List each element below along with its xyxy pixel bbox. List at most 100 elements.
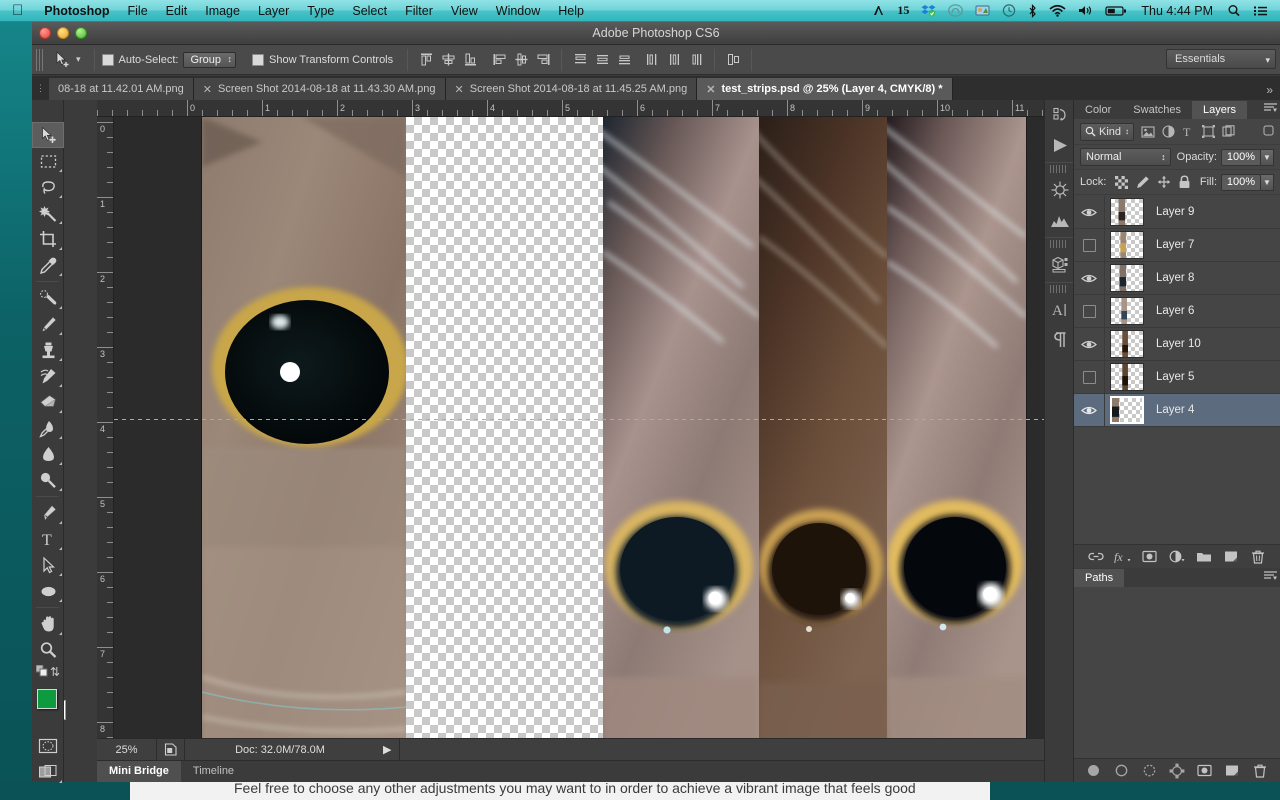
auto-select-target-dropdown[interactable]: Group xyxy=(183,52,236,68)
tab-timeline[interactable]: Timeline xyxy=(181,761,246,782)
status-bar-arrow-icon[interactable]: ▶ xyxy=(375,743,399,756)
paths-list[interactable] xyxy=(1074,587,1280,758)
horizontal-guide[interactable] xyxy=(114,419,1069,420)
lock-image-pixels-icon[interactable] xyxy=(1132,173,1153,191)
adjustments-panel-icon[interactable] xyxy=(1045,175,1075,205)
tab-swatches[interactable]: Swatches xyxy=(1122,101,1192,119)
distribute-horizontal-centers-icon[interactable] xyxy=(663,49,685,71)
menu-item-select[interactable]: Select xyxy=(343,0,396,22)
layer-thumbnail[interactable] xyxy=(1110,297,1144,325)
strip-3-cat-fur[interactable] xyxy=(603,117,759,738)
apple-icon[interactable]:  xyxy=(12,3,23,18)
fill-value[interactable]: 100% xyxy=(1221,174,1261,191)
strip-1-cat-eye-left[interactable] xyxy=(202,117,406,738)
lock-position-icon[interactable] xyxy=(1153,173,1174,191)
ellipse-tool[interactable] xyxy=(32,578,64,604)
layer-thumbnail[interactable] xyxy=(1110,231,1144,259)
distribute-top-edges-icon[interactable] xyxy=(569,49,591,71)
document-tab-4[interactable]: ✕test_strips.psd @ 25% (Layer 4, CMYK/8)… xyxy=(697,78,952,100)
layer-hidden-box-icon[interactable] xyxy=(1083,371,1096,384)
align-right-edges-icon[interactable] xyxy=(532,49,554,71)
default-colors-icon[interactable] xyxy=(36,665,49,681)
layer-name[interactable]: Layer 9 xyxy=(1156,206,1194,218)
layer-thumbnail[interactable] xyxy=(1110,264,1144,292)
align-top-edges-icon[interactable] xyxy=(415,49,437,71)
new-layer-icon[interactable] xyxy=(1220,546,1242,568)
layer-thumbnail[interactable] xyxy=(1110,198,1144,226)
delete-layer-icon[interactable] xyxy=(1247,546,1269,568)
wifi-icon[interactable] xyxy=(1043,4,1072,17)
table-row[interactable]: Layer 7 xyxy=(1074,229,1280,262)
align-horizontal-centers-icon[interactable] xyxy=(510,49,532,71)
tab-layers[interactable]: Layers xyxy=(1192,101,1247,119)
filter-adjustment-icon[interactable] xyxy=(1158,123,1178,141)
strip-5-cat-eye-right[interactable] xyxy=(887,117,1026,738)
layer-name[interactable]: Layer 4 xyxy=(1156,404,1194,416)
filter-type-icon[interactable]: T xyxy=(1178,123,1198,141)
align-bottom-edges-icon[interactable] xyxy=(459,49,481,71)
filter-shape-icon[interactable] xyxy=(1198,123,1218,141)
document-tab-2[interactable]: ✕Screen Shot 2014-08-18 at 11.43.30 AM.p… xyxy=(194,78,446,100)
auto-select-checkbox[interactable]: Auto-Select: xyxy=(102,54,179,66)
spotlight-search-icon[interactable] xyxy=(1221,4,1247,17)
layer-name[interactable]: Layer 6 xyxy=(1156,305,1194,317)
histogram-panel-icon[interactable] xyxy=(1045,205,1075,235)
adobe-a-icon[interactable] xyxy=(866,4,891,17)
dodge-tool[interactable] xyxy=(32,467,64,493)
paragraph-panel-icon[interactable] xyxy=(1045,325,1075,355)
image-canvas[interactable] xyxy=(202,117,1026,738)
distribute-right-edges-icon[interactable] xyxy=(685,49,707,71)
menu-item-filter[interactable]: Filter xyxy=(396,0,442,22)
screen-mode-button[interactable] xyxy=(32,759,64,785)
horizontal-ruler[interactable]: 01234567891011 xyxy=(97,100,1069,117)
blend-mode-dropdown[interactable]: Normal xyxy=(1080,148,1171,166)
volume-icon[interactable] xyxy=(1072,4,1099,17)
actions-panel-icon[interactable] xyxy=(1045,130,1075,160)
layer-list[interactable]: Layer 9 Layer 7 Layer 8 Layer 6 xyxy=(1074,196,1280,596)
move-tool[interactable] xyxy=(32,122,64,148)
layers-panel-menu-icon[interactable] xyxy=(1264,103,1277,116)
new-adjustment-layer-icon[interactable] xyxy=(1166,546,1188,568)
swap-colors-icon[interactable]: ⇅ xyxy=(50,665,60,679)
table-row[interactable]: Layer 6 xyxy=(1074,295,1280,328)
bluetooth-icon[interactable] xyxy=(1022,4,1043,18)
blur-tool[interactable] xyxy=(32,441,64,467)
delete-path-icon[interactable] xyxy=(1249,760,1271,782)
menu-item-help[interactable]: Help xyxy=(549,0,593,22)
stroke-path-icon[interactable] xyxy=(1111,760,1133,782)
time-machine-icon[interactable] xyxy=(996,4,1022,17)
layer-thumbnail[interactable] xyxy=(1110,396,1144,424)
show-transform-controls-checkbox[interactable]: Show Transform Controls xyxy=(252,54,393,66)
rail-grip-1[interactable] xyxy=(1050,165,1068,173)
tab-paths[interactable]: Paths xyxy=(1074,569,1124,587)
menu-item-edit[interactable]: Edit xyxy=(157,0,197,22)
history-brush-tool[interactable] xyxy=(32,363,64,389)
table-row[interactable]: Layer 8 xyxy=(1074,262,1280,295)
character-panel-icon[interactable]: A xyxy=(1045,295,1075,325)
strip-4-cat-fur-dark[interactable] xyxy=(759,117,887,738)
menu-item-photoshop[interactable]: Photoshop xyxy=(35,0,118,22)
layer-thumbnail[interactable] xyxy=(1110,330,1144,358)
table-row[interactable]: Layer 10 xyxy=(1074,328,1280,361)
document-size-icon[interactable] xyxy=(157,739,185,761)
layer-visibility-toggle[interactable] xyxy=(1074,361,1105,394)
rectangular-marquee-tool[interactable] xyxy=(32,148,64,174)
document-tab-3[interactable]: ✕Screen Shot 2014-08-18 at 11.45.25 AM.p… xyxy=(446,78,698,100)
gradient-tool[interactable] xyxy=(32,415,64,441)
more-tabs-chevron-icon[interactable]: » xyxy=(1259,83,1280,100)
horizontal-type-tool[interactable]: T xyxy=(32,526,64,552)
zoom-tool[interactable] xyxy=(32,637,64,663)
layer-name[interactable]: Layer 5 xyxy=(1156,371,1194,383)
layer-filter-kind-dropdown[interactable]: Kind ↕ xyxy=(1080,123,1134,141)
opacity-stepper-icon[interactable]: ▼ xyxy=(1261,149,1274,166)
creative-cloud-icon[interactable] xyxy=(942,4,969,17)
menu-bar-clock[interactable]: Thu 4:44 PM xyxy=(1133,4,1221,18)
distribute-left-edges-icon[interactable] xyxy=(641,49,663,71)
rail-grip-2[interactable] xyxy=(1050,240,1068,248)
new-group-icon[interactable] xyxy=(1193,546,1215,568)
battery-icon[interactable] xyxy=(1099,4,1133,17)
auto-align-layers-icon[interactable] xyxy=(722,49,744,71)
rail-grip-3[interactable] xyxy=(1050,285,1068,293)
add-mask-icon[interactable] xyxy=(1194,760,1216,782)
fill-path-icon[interactable] xyxy=(1083,760,1105,782)
